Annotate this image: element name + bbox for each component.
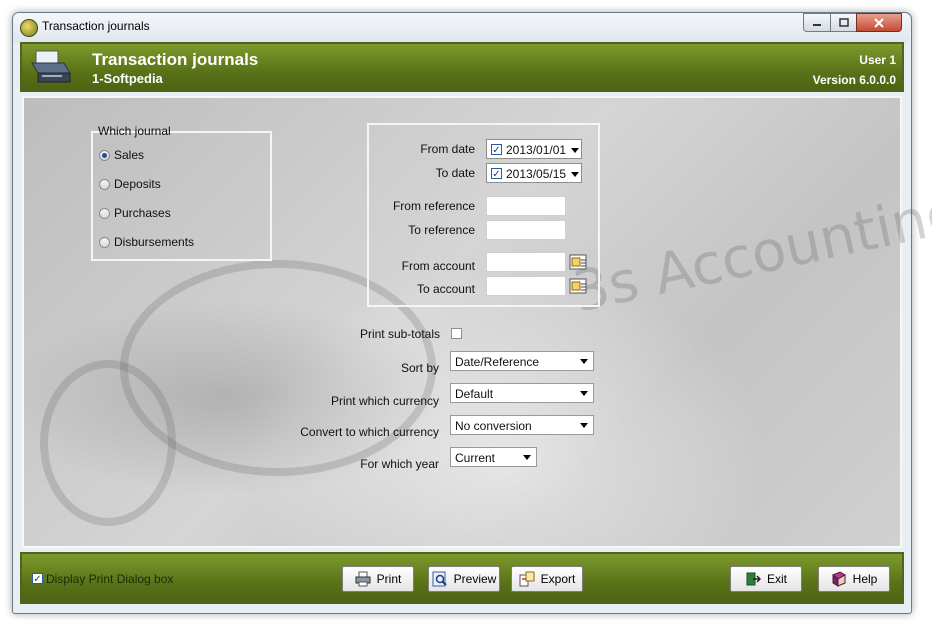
from-account-input[interactable]	[486, 252, 566, 272]
convert-currency-label: Convert to which currency	[300, 425, 439, 439]
exit-button[interactable]: Exit	[730, 566, 802, 592]
radio-deposits[interactable]	[99, 179, 110, 190]
from-reference-label: From reference	[392, 199, 475, 213]
account-lookup-icon[interactable]	[569, 276, 589, 296]
from-reference-input[interactable]	[486, 196, 566, 216]
app-icon	[20, 19, 38, 37]
from-date-picker[interactable]: ✓ 2013/01/01	[486, 139, 582, 159]
from-date-value: 2013/01/01	[506, 143, 567, 157]
to-account-label: To account	[416, 282, 475, 296]
printer-icon	[355, 571, 371, 587]
account-lookup-icon[interactable]	[569, 252, 589, 272]
year-value: Current	[455, 451, 496, 465]
preview-icon	[432, 571, 447, 587]
preview-button-label: Preview	[453, 572, 497, 586]
printer-icon	[31, 50, 71, 83]
convert-currency-select[interactable]: No conversion	[450, 415, 594, 435]
help-book-icon	[831, 571, 846, 587]
sort-by-select[interactable]: Date/Reference	[450, 351, 594, 371]
radio-disbursements[interactable]	[99, 237, 110, 248]
window-title: Transaction journals	[42, 19, 150, 33]
sort-by-value: Date/Reference	[455, 355, 540, 369]
currency-select[interactable]: Default	[450, 383, 594, 403]
header-version: Version 6.0.0.0	[812, 73, 896, 87]
print-button-label: Print	[376, 572, 402, 586]
convert-currency-value: No conversion	[455, 419, 532, 433]
from-date-checkbox[interactable]: ✓	[491, 144, 502, 156]
chevron-down-icon	[523, 455, 531, 460]
print-button[interactable]: Print	[342, 566, 414, 592]
maximize-button[interactable]	[830, 13, 857, 32]
from-date-label: From date	[420, 142, 475, 156]
print-subtotals-checkbox[interactable]	[451, 328, 462, 339]
to-date-value: 2013/05/15	[506, 167, 567, 181]
currency-label: Print which currency	[330, 394, 439, 408]
header-user: User 1	[859, 53, 896, 67]
chevron-down-icon	[580, 423, 588, 428]
journal-group-legend: Which journal	[98, 124, 171, 138]
to-reference-input[interactable]	[486, 220, 566, 240]
currency-value: Default	[455, 387, 494, 401]
radio-label-purchases[interactable]: Purchases	[114, 206, 171, 220]
to-date-label: To date	[435, 166, 475, 180]
radio-label-deposits[interactable]: Deposits	[114, 177, 161, 191]
preview-button[interactable]: Preview	[428, 566, 500, 592]
radio-purchases[interactable]	[99, 208, 110, 219]
radio-sales[interactable]	[99, 150, 110, 161]
year-select[interactable]: Current	[450, 447, 537, 467]
exit-button-label: Exit	[766, 572, 787, 586]
sort-by-label: Sort by	[400, 361, 439, 375]
display-dialog-label[interactable]: Display Print Dialog box	[46, 572, 173, 586]
maximize-icon	[838, 18, 849, 27]
year-label: For which year	[360, 457, 439, 471]
header-title: Transaction journals	[92, 50, 259, 69]
from-account-label: From account	[401, 259, 475, 273]
minimize-button[interactable]	[803, 13, 831, 32]
display-dialog-checkbox[interactable]: ✓	[32, 573, 43, 585]
to-account-input[interactable]	[486, 276, 566, 296]
exit-icon	[746, 572, 761, 586]
export-icon	[519, 571, 535, 587]
background-glasses-decoration	[40, 360, 176, 526]
chevron-down-icon	[580, 359, 588, 364]
print-subtotals-label: Print sub-totals	[359, 327, 440, 341]
radio-label-disbursements[interactable]: Disbursements	[114, 235, 194, 249]
to-date-checkbox[interactable]: ✓	[491, 168, 502, 180]
to-date-picker[interactable]: ✓ 2013/05/15	[486, 163, 582, 183]
help-button[interactable]: Help	[818, 566, 890, 592]
minimize-icon	[813, 23, 821, 26]
export-button-label: Export	[540, 572, 576, 586]
export-button[interactable]: Export	[511, 566, 583, 592]
radio-label-sales[interactable]: Sales	[114, 148, 144, 162]
header-subtitle: 1-Softpedia	[92, 71, 163, 86]
to-reference-label: To reference	[408, 223, 475, 237]
chevron-down-icon	[580, 391, 588, 396]
chevron-down-icon	[571, 172, 579, 177]
close-icon	[874, 17, 884, 28]
chevron-down-icon	[571, 148, 579, 153]
close-button[interactable]	[856, 13, 902, 32]
help-button-label: Help	[852, 572, 878, 586]
